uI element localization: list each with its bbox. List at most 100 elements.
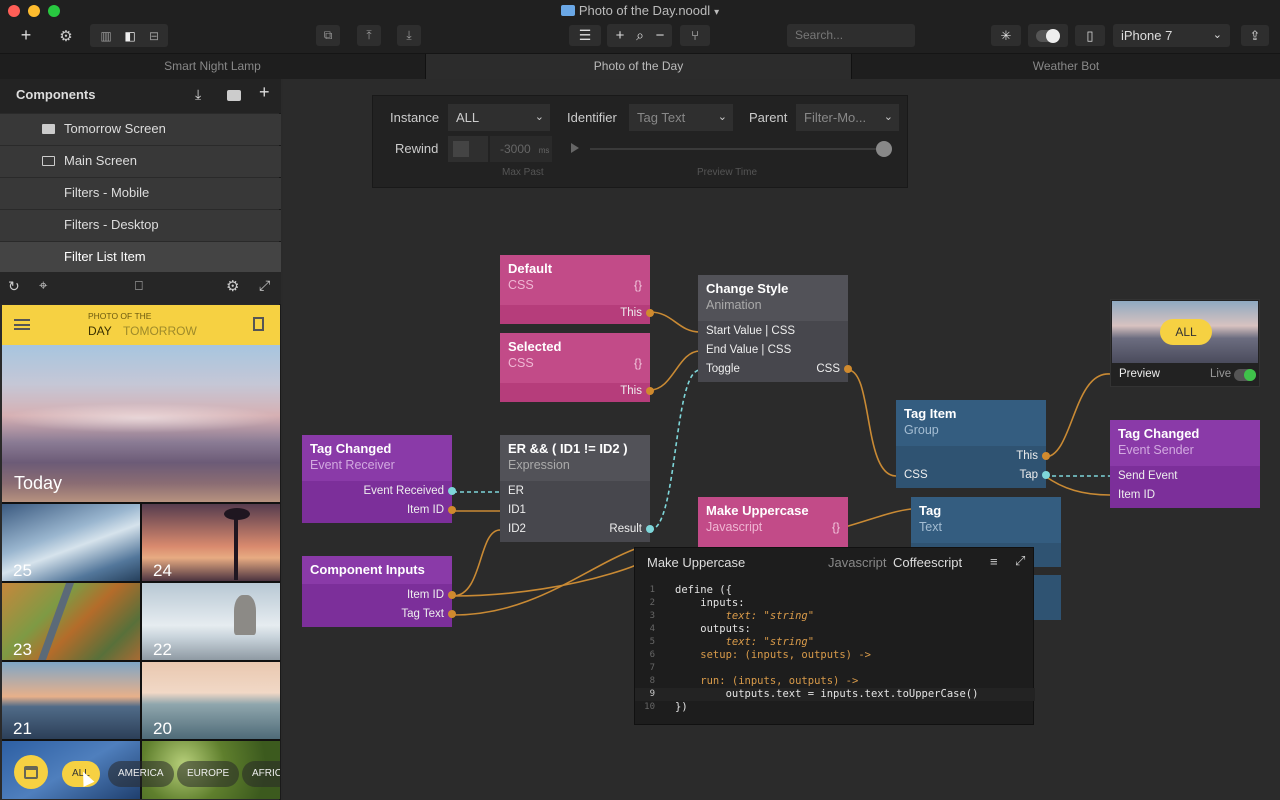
new-folder-icon[interactable] [227,90,241,101]
port-item-id: Item ID [406,589,444,601]
port-dot[interactable] [646,387,654,395]
photo-thumb-22[interactable]: 22 [142,583,280,660]
port-dot[interactable] [448,506,456,514]
tree-item-main-screen[interactable]: Main Screen [0,146,281,177]
expand-icon[interactable]: ⤢ [259,277,270,294]
device-rotate-icon[interactable]: ▯ [1075,25,1105,46]
lang-coffeescript-tab[interactable]: Coffeescript [893,555,962,570]
tab-weather-bot[interactable]: Weather Bot [852,54,1280,79]
layout-split-icon[interactable]: ▥ [94,25,118,46]
node-graph-canvas[interactable]: Instance ALL ⌄ Identifier Tag Text ⌄ Paren… [283,79,1280,800]
lang-javascript-tab[interactable]: Javascript [828,555,887,570]
target-icon[interactable]: ⌖ [39,277,47,294]
max-past-caption: Max Past [502,167,544,178]
settings-gear-icon[interactable]: ⚙ [226,277,239,295]
rewind-checkbox[interactable] [448,136,488,162]
slider-handle[interactable] [876,141,892,157]
port-event-received: Event Received [363,485,444,497]
node-component-inputs[interactable]: Component Inputs Item ID Tag Text [302,556,456,627]
refresh-icon[interactable]: ↻ [8,278,20,295]
node-make-uppercase[interactable]: Make Uppercase Javascript {} [698,497,848,547]
port-er: ER [508,485,524,497]
port-dot[interactable] [1042,471,1050,479]
bookmark-icon[interactable]: ⎕ [135,278,143,294]
code-area[interactable]: 1 define ({ 2 inputs: 3 text: "string" 4 … [635,584,1035,714]
filter-pill-africa[interactable]: AFRICA [242,761,280,787]
debug-bug-icon[interactable]: ✳ [991,25,1021,46]
photo-thumb-23[interactable]: 23 [2,583,140,660]
components-title: Components [16,87,96,102]
format-lines-icon[interactable]: ≡ [990,554,998,569]
saved-bookmark-icon[interactable] [253,317,264,331]
chevron-down-icon: ⌄ [717,111,727,123]
tab-day[interactable]: DAY [88,324,112,338]
node-default-css[interactable]: Default CSS {} This [500,255,654,324]
align-icon[interactable]: ☰ [569,25,601,46]
identifier-select[interactable]: Tag Text ⌄ [629,104,733,131]
share-icon[interactable]: ⇪ [1241,25,1269,46]
port-dot[interactable] [1042,452,1050,460]
tab-photo-of-the-day[interactable]: Photo of the Day [426,54,852,79]
tab-smart-night-lamp[interactable]: Smart Night Lamp [0,54,426,79]
layout-sidebar-icon[interactable]: ◧ [118,25,142,46]
tree-item-filter-list-item[interactable]: Filter List Item [0,242,281,273]
node-hidden-blue[interactable] [1034,575,1061,620]
calendar-button[interactable] [14,755,48,789]
folder-open-icon [42,156,55,166]
photo-thumb-21[interactable]: 21 [2,662,140,739]
port-dot[interactable] [448,591,456,599]
tree-item-filters-desktop[interactable]: Filters - Desktop [0,210,281,241]
preview-time-slider[interactable] [590,148,885,150]
filter-pill-europe[interactable]: EUROPE [177,761,240,787]
node-preview[interactable]: ALL Preview Live [1110,299,1260,387]
photo-thumb-25[interactable]: 25 [2,504,140,581]
hamburger-menu-icon[interactable] [14,319,30,330]
rewind-ms-input[interactable]: -3000 ms [490,136,552,162]
play-icon[interactable] [571,143,579,153]
photo-thumb-24[interactable]: 24 [142,504,280,581]
port-dot[interactable] [844,365,852,373]
import-icon[interactable]: ⤓ [195,86,201,103]
tree-item-filters-mobile[interactable]: Filters - Mobile [0,178,281,209]
node-expression[interactable]: ER && ( ID1 != ID2 ) Expression ER ID1 ID… [500,435,654,542]
gear-icon[interactable]: ⚙ [54,25,78,46]
add-icon[interactable]: + [14,25,38,46]
port-dot[interactable] [646,309,654,317]
live-switch[interactable] [1234,369,1256,381]
photo-thumb-20[interactable]: 20 [142,662,280,739]
tree-item-tomorrow-screen[interactable]: Tomorrow Screen [0,114,281,145]
parent-label: Parent [749,110,788,125]
tab-tomorrow[interactable]: TOMORROW [123,324,197,338]
filter-pill-america[interactable]: AMERICA [108,761,174,787]
port-dot[interactable] [448,487,456,495]
port-dot[interactable] [646,525,654,533]
upload-icon[interactable]: ⤒ [357,25,381,46]
components-sidebar: Components ⤓ + Tomorrow Screen Main Scre… [0,79,281,800]
instance-label: Instance [390,110,440,125]
port-dot[interactable] [448,610,456,618]
node-tag-changed-sender[interactable]: Tag Changed Event Sender Send Event Item … [1110,420,1260,508]
node-change-style[interactable]: Change Style Animation Start Value | CSS … [698,275,852,382]
duplicate-icon[interactable]: ⧉ [316,25,340,46]
code-braces-icon[interactable]: {} [832,520,840,534]
node-tag-changed-receiver[interactable]: Tag Changed Event Receiver Event Received… [302,435,456,523]
port-send-event: Send Event [1118,470,1178,482]
device-select[interactable]: iPhone 7 ⌄ [1113,24,1230,47]
chevron-down-icon[interactable]: ▾ [714,7,719,18]
zoom-out-icon[interactable]: − [648,25,672,46]
expand-icon[interactable]: ⤢ [1015,553,1025,569]
add-component-icon[interactable]: + [259,82,270,103]
node-selected-css[interactable]: Selected CSS {} This [500,333,654,402]
node-inspector-panel: Instance ALL ⌄ Identifier Tag Text ⌄ Paren… [372,95,908,188]
live-toggle[interactable] [1028,24,1068,47]
hero-photo[interactable]: Today [2,345,280,502]
branch-icon[interactable]: ⑂ [680,25,710,46]
search-input[interactable]: Search... [787,24,915,47]
download-icon[interactable]: ⤓ [397,25,421,46]
chevron-down-icon: ⌄ [1212,29,1222,41]
port-toggle: Toggle [706,363,740,375]
layout-bottom-icon[interactable]: ⊟ [142,25,166,46]
parent-select[interactable]: Filter-Mo... ⌄ [796,104,899,131]
node-tag-item[interactable]: Tag Item Group This CSS Tap [896,400,1050,488]
instance-select[interactable]: ALL ⌄ [448,104,550,131]
